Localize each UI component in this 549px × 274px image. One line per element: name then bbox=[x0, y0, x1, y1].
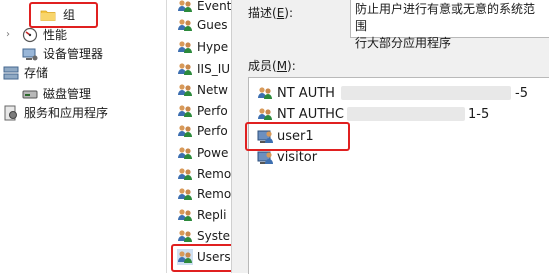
member-name-suffix: 1-5 bbox=[468, 107, 490, 122]
list-item-label: Powe bbox=[197, 146, 229, 160]
highlight-box-groups bbox=[29, 2, 98, 28]
redacted-region bbox=[347, 107, 465, 121]
group-users-icon bbox=[177, 17, 193, 33]
device-manager-icon bbox=[22, 46, 38, 62]
list-item-label: Perfo bbox=[197, 104, 228, 118]
group-users-icon bbox=[177, 166, 193, 182]
members-list[interactable]: NT AUTH -5 NT AUTHC 1-5 user1 visitor bbox=[248, 77, 549, 274]
tree-item-label: 设备管理器 bbox=[43, 47, 104, 61]
performance-icon bbox=[22, 27, 38, 43]
list-item-label: Perfo bbox=[197, 124, 228, 138]
description-field[interactable]: 防止用户进行有意或无意的系统范围 行大部分应用程序 bbox=[350, 0, 549, 50]
group-users-icon bbox=[177, 61, 193, 77]
services-icon bbox=[3, 105, 19, 121]
list-item-label: Netw bbox=[197, 83, 228, 97]
description-line: 行大部分应用程序 bbox=[355, 36, 452, 50]
group-users-icon bbox=[177, 123, 193, 139]
group-users-icon bbox=[177, 103, 193, 119]
group-users-icon bbox=[177, 145, 193, 161]
label-part: ): bbox=[284, 6, 294, 20]
tree-item-device-manager[interactable]: 设备管理器 bbox=[0, 45, 166, 63]
label-part: 成员( bbox=[248, 59, 277, 73]
user-icon bbox=[257, 149, 273, 165]
list-item-label: Remo bbox=[197, 187, 232, 201]
description-label: 描述(E): bbox=[248, 4, 293, 21]
tree-item-label: 性能 bbox=[43, 28, 68, 42]
accelerator-key: M bbox=[276, 59, 288, 73]
member-item[interactable]: NT AUTH -5 bbox=[257, 83, 547, 104]
group-users-icon bbox=[177, 186, 193, 202]
storage-icon bbox=[3, 65, 19, 81]
group-users-icon bbox=[177, 228, 193, 244]
member-name: NT AUTH bbox=[277, 86, 335, 101]
tree-item-label: 存储 bbox=[24, 66, 49, 80]
navigation-tree: 组 › 性能 设备管理器 存储 磁盘管理 服务和应用程序 bbox=[0, 0, 166, 273]
tree-item-disk-management[interactable]: 磁盘管理 bbox=[0, 85, 166, 103]
group-users-icon bbox=[177, 0, 193, 14]
members-label: 成员(M): bbox=[248, 57, 296, 74]
group-list: Event Gues Hype IIS_IU Netw Perfo Perfo … bbox=[166, 0, 232, 273]
group-users-icon bbox=[257, 106, 273, 122]
description-line: 防止用户进行有意或无意的系统范围 bbox=[355, 2, 536, 33]
label-part: ): bbox=[287, 59, 296, 73]
tree-item-performance[interactable]: › 性能 bbox=[0, 26, 166, 44]
group-users-icon bbox=[177, 39, 193, 55]
list-item-label: IIS_IU bbox=[197, 62, 231, 76]
group-users-icon bbox=[177, 82, 193, 98]
group-users-icon bbox=[257, 85, 273, 101]
highlight-box-user1 bbox=[245, 122, 350, 151]
list-item-label: Hype bbox=[197, 40, 229, 54]
member-name-suffix: -5 bbox=[515, 86, 528, 101]
tree-item-storage[interactable]: 存储 bbox=[0, 64, 166, 82]
tree-item-label: 磁盘管理 bbox=[43, 87, 92, 101]
disk-management-icon bbox=[22, 86, 38, 102]
chevron-right-icon[interactable]: › bbox=[6, 26, 16, 44]
tree-item-services-apps[interactable]: 服务和应用程序 bbox=[0, 104, 166, 122]
list-item-label: Repli bbox=[197, 208, 227, 222]
label-part: 描述( bbox=[248, 6, 277, 20]
list-item-label: Gues bbox=[197, 18, 228, 32]
tree-item-label: 服务和应用程序 bbox=[24, 106, 109, 120]
group-users-icon bbox=[177, 207, 193, 223]
redacted-region bbox=[341, 86, 511, 100]
list-item-label: Remo bbox=[197, 167, 232, 181]
